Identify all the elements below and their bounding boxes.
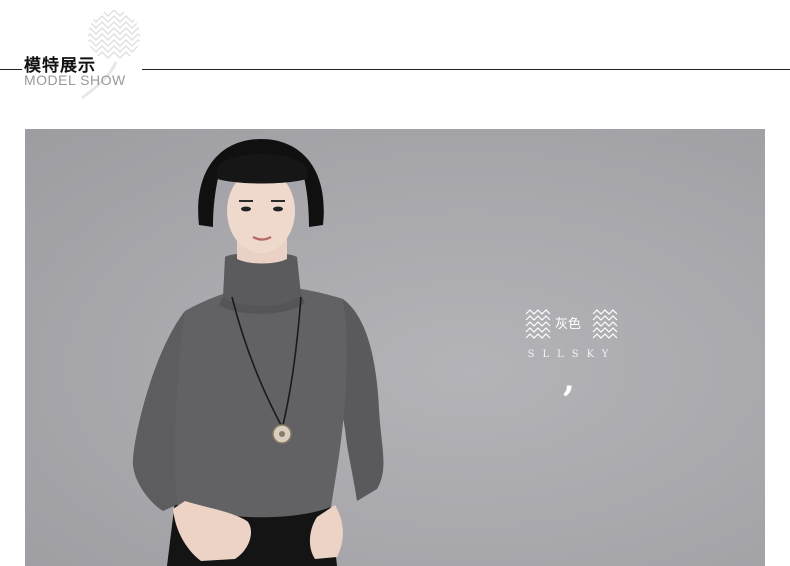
model-photo: 灰色 SLLSKY , bbox=[25, 129, 765, 566]
zigzag-icon bbox=[525, 309, 551, 339]
brand-name: SLLSKY bbox=[527, 349, 617, 360]
zigzag-icon bbox=[592, 309, 618, 339]
section-subtitle: MODEL SHOW bbox=[24, 72, 126, 88]
header-rule-right bbox=[142, 69, 790, 70]
header-rule-left bbox=[0, 69, 22, 70]
color-tag: 灰色 SLLSKY , bbox=[515, 305, 625, 400]
comma-mark: , bbox=[563, 360, 575, 400]
color-label: 灰色 bbox=[555, 317, 582, 332]
model-figure bbox=[132, 139, 384, 566]
section-header: 模特展示 MODEL SHOW bbox=[0, 0, 790, 110]
